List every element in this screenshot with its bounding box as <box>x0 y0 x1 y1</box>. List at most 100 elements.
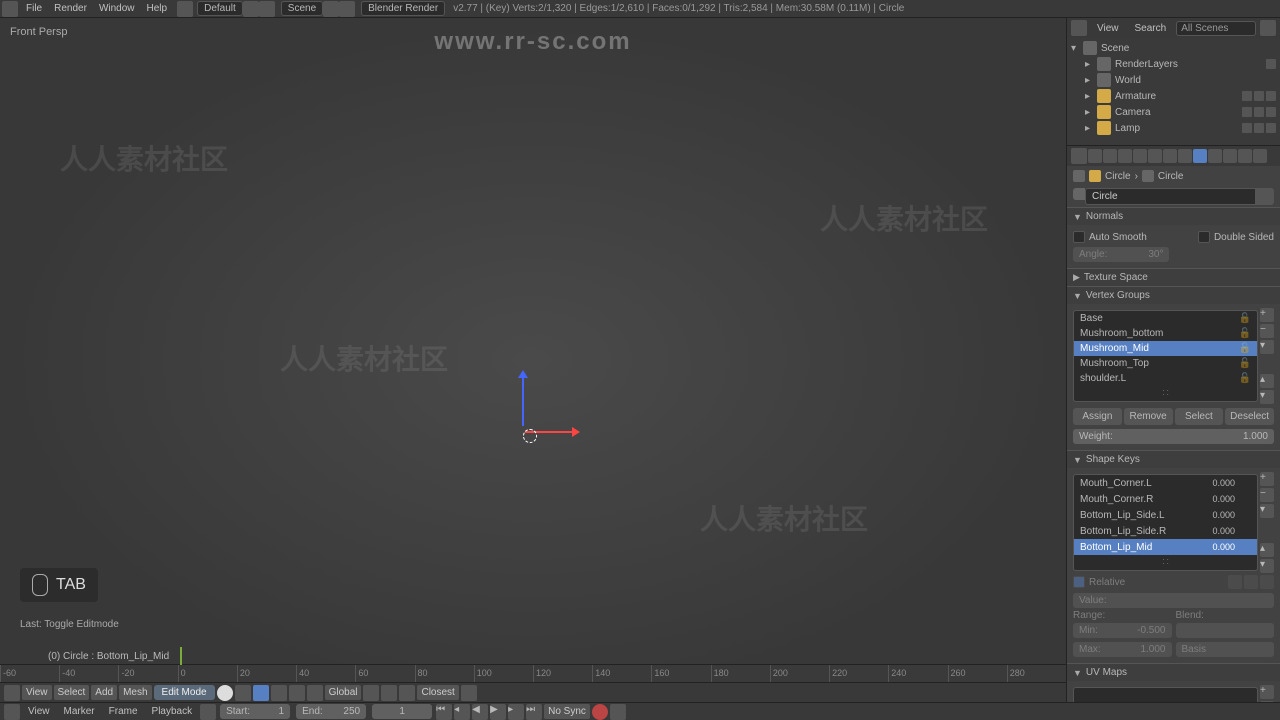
menu-render[interactable]: Render <box>48 1 93 16</box>
assign-button[interactable]: Assign <box>1073 408 1122 425</box>
add-button[interactable]: + <box>1260 472 1274 486</box>
mute-icon[interactable] <box>1239 509 1251 521</box>
manipulator-icon[interactable] <box>363 685 379 701</box>
scene-remove[interactable] <box>339 1 355 17</box>
face-select-icon[interactable] <box>289 685 305 701</box>
tree-lamp[interactable]: ▸ Lamp <box>1069 120 1278 136</box>
pin-button[interactable] <box>1256 188 1274 205</box>
tab-render[interactable] <box>1088 149 1102 163</box>
shape-keys-list[interactable]: Mouth_Corner.L0.000 Mouth_Corner.R0.000 … <box>1073 474 1258 571</box>
double-sided-row[interactable]: Double Sided <box>1198 229 1274 245</box>
expand-icon[interactable]: ▸ <box>1085 59 1097 70</box>
relative-row[interactable]: Relative <box>1073 573 1274 591</box>
expand-icon[interactable]: ▸ <box>1085 107 1097 118</box>
keyframe-prev-icon[interactable]: ◂ <box>454 704 470 720</box>
keyframe-next-icon[interactable]: ▸ <box>508 704 524 720</box>
specials-button[interactable]: ▾ <box>1260 340 1274 354</box>
start-frame-field[interactable]: Start:1 <box>220 704 290 719</box>
lock-icon[interactable]: 🔓 <box>1239 373 1251 384</box>
end-frame-field[interactable]: End:250 <box>296 704 366 719</box>
list-item[interactable]: Mouth_Corner.R0.000 <box>1074 491 1257 507</box>
expand-icon[interactable]: ▾ <box>1071 43 1083 54</box>
move-up-button[interactable]: ▴ <box>1260 543 1274 557</box>
playhead[interactable] <box>180 647 182 665</box>
render-icon[interactable] <box>1266 91 1276 101</box>
select-icon[interactable] <box>1254 107 1264 117</box>
tree-scene[interactable]: ▾ Scene <box>1069 40 1278 56</box>
add-button[interactable]: + <box>1260 685 1274 699</box>
mute-icon[interactable] <box>1239 541 1251 553</box>
render-icon[interactable] <box>461 685 477 701</box>
mute-icon[interactable] <box>1239 477 1251 489</box>
move-down-button[interactable]: ▾ <box>1260 390 1274 404</box>
weight-field[interactable]: Weight: 1.000 <box>1073 429 1274 444</box>
visibility-icon[interactable] <box>1266 59 1276 69</box>
mesh-menu[interactable]: Mesh <box>119 685 151 700</box>
select-menu[interactable]: Select <box>54 685 90 700</box>
outliner-search-menu[interactable]: Search <box>1129 21 1173 36</box>
play-icon[interactable]: ▶ <box>490 704 506 720</box>
view-menu[interactable]: View <box>22 685 52 700</box>
pivot-icon[interactable] <box>235 685 251 701</box>
keying-set-icon[interactable] <box>610 704 626 720</box>
mute-icon[interactable] <box>1239 493 1251 505</box>
outliner-type-icon[interactable] <box>1071 20 1087 36</box>
list-grip[interactable]: ∷ <box>1074 386 1257 401</box>
select-icon[interactable] <box>1254 91 1264 101</box>
render-icon[interactable] <box>1266 123 1276 133</box>
timeline-marker-menu[interactable]: Marker <box>58 704 101 719</box>
tree-world[interactable]: ▸ World <box>1069 72 1278 88</box>
auto-smooth-row[interactable]: Auto Smooth <box>1073 229 1147 245</box>
tab-data[interactable] <box>1193 149 1207 163</box>
tree-camera[interactable]: ▸ Camera <box>1069 104 1278 120</box>
remove-button[interactable]: − <box>1260 324 1274 338</box>
auto-smooth-checkbox[interactable] <box>1073 231 1085 243</box>
render-icon[interactable] <box>1266 107 1276 117</box>
deselect-button[interactable]: Deselect <box>1225 408 1274 425</box>
uv-maps-header[interactable]: ▼ UV Maps <box>1067 664 1280 681</box>
play-reverse-icon[interactable]: ◀ <box>472 704 488 720</box>
info-icon[interactable] <box>2 1 18 17</box>
texture-space-header[interactable]: ▶ Texture Space <box>1067 269 1280 286</box>
bc-obj[interactable]: Circle <box>1105 171 1131 182</box>
engine-selector[interactable]: Blender Render <box>361 1 445 16</box>
jump-start-icon[interactable]: ⏮ <box>436 704 452 720</box>
name-input[interactable] <box>1085 188 1256 205</box>
tab-material[interactable] <box>1208 149 1222 163</box>
edge-select-icon[interactable] <box>271 685 287 701</box>
vertex-groups-list[interactable]: Base🔓 Mushroom_bottom🔓 Mushroom_Mid🔓 Mus… <box>1073 310 1258 402</box>
list-item[interactable]: Mushroom_Mid🔓 <box>1074 341 1257 356</box>
list-item[interactable]: Mushroom_Top🔓 <box>1074 356 1257 371</box>
tab-world[interactable] <box>1133 149 1147 163</box>
editor-type-icon[interactable] <box>4 685 20 701</box>
tab-modifiers[interactable] <box>1178 149 1192 163</box>
eye-icon[interactable] <box>1242 107 1252 117</box>
eye-icon[interactable] <box>1242 123 1252 133</box>
layout-remove[interactable] <box>259 1 275 17</box>
shape-keys-header[interactable]: ▼ Shape Keys <box>1067 451 1280 468</box>
list-item[interactable]: shoulder.L🔓 <box>1074 371 1257 386</box>
orientation-selector[interactable]: Global <box>325 685 362 700</box>
mesh-bc-icon[interactable] <box>1142 170 1154 182</box>
specials-button[interactable]: ▾ <box>1260 504 1274 518</box>
list-item[interactable]: Mushroom_bottom🔓 <box>1074 326 1257 341</box>
menu-window[interactable]: Window <box>93 1 141 16</box>
mode-selector[interactable]: Edit Mode <box>154 685 215 700</box>
3d-viewport[interactable]: www.rr-sc.com 人人素材社区 人人素材社区 人人素材社区 人人素材社… <box>0 18 1066 702</box>
tree-armature[interactable]: ▸ Armature <box>1069 88 1278 104</box>
select-icon[interactable] <box>1254 123 1264 133</box>
range-icon[interactable] <box>200 704 216 720</box>
double-sided-checkbox[interactable] <box>1198 231 1210 243</box>
timeline-ruler[interactable]: -60 -40 -20 0 20 40 60 80 100 120 140 16… <box>0 664 1066 682</box>
menu-help[interactable]: Help <box>141 1 174 16</box>
layout-selector[interactable]: Default <box>197 1 243 16</box>
list-item[interactable]: Bottom_Lip_Side.L0.000 <box>1074 507 1257 523</box>
gizmo-z-axis[interactable] <box>522 376 524 426</box>
lock-icon[interactable]: 🔓 <box>1239 343 1251 354</box>
tab-scene[interactable] <box>1118 149 1132 163</box>
expand-icon[interactable]: ▸ <box>1085 123 1097 134</box>
bc-data[interactable]: Circle <box>1158 171 1184 182</box>
outliner-view-menu[interactable]: View <box>1091 21 1125 36</box>
layout-add[interactable] <box>243 1 259 17</box>
list-item[interactable]: Base🔓 <box>1074 311 1257 326</box>
